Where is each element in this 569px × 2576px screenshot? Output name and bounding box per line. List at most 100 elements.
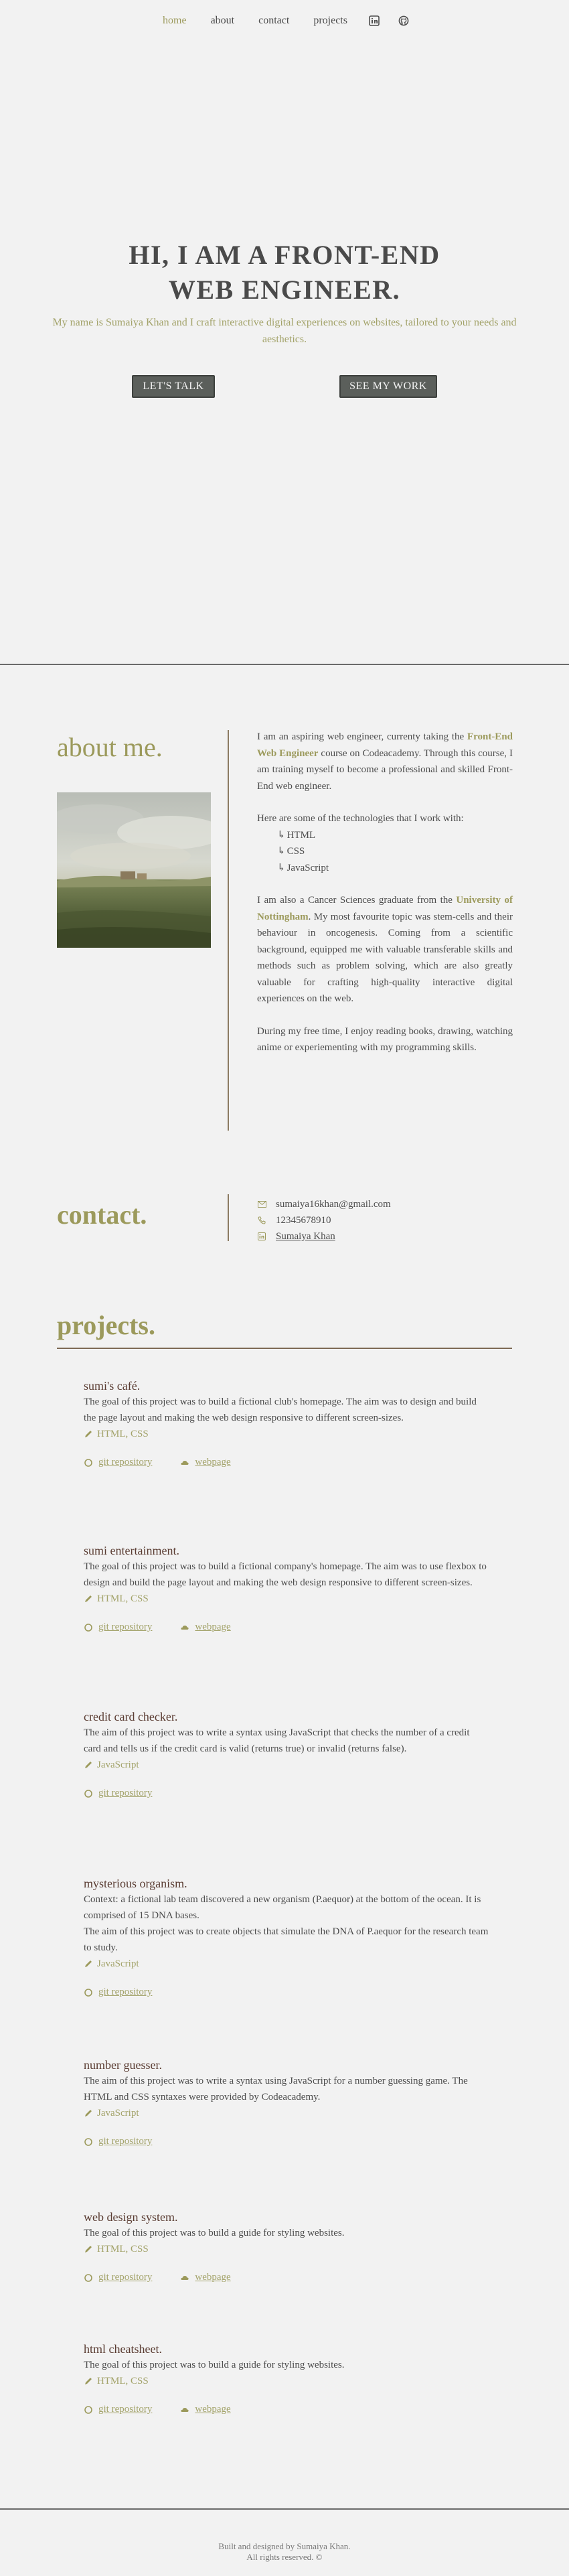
pencil-icon	[85, 1431, 92, 1437]
hero-subtitle: My name is Sumaiya Khan and I craft inte…	[52, 317, 517, 345]
cloud-icon	[181, 2407, 189, 2412]
git-repository-label: git repository	[98, 2136, 153, 2147]
github-icon	[84, 1623, 92, 1632]
hero-buttons: LET'S TALK SEE MY WORK	[0, 375, 569, 398]
git-repository-link[interactable]: git repository	[84, 1788, 152, 1799]
contact-phone[interactable]: 12345678910	[276, 1212, 331, 1228]
pencil-icon	[85, 2378, 92, 2384]
git-repository-link[interactable]: git repository	[84, 1457, 152, 1468]
project-links: git repository webpage	[84, 1622, 489, 1633]
webpage-link[interactable]: webpage	[180, 2404, 231, 2415]
project-tech: HTML, CSS	[84, 1591, 489, 1607]
project-card: number guesser. The aim of this project …	[84, 2057, 489, 2147]
contact-email-row[interactable]: sumaiya16khan@gmail.com	[257, 1196, 391, 1212]
contact-title: contact.	[57, 1200, 147, 1230]
project-card: sumi's café. The goal of this project wa…	[84, 1378, 489, 1468]
tech-item: HTML	[277, 827, 513, 844]
project-card: credit card checker. The aim of this pro…	[84, 1709, 489, 1799]
tech-list: HTML CSS JavaScript	[277, 827, 513, 877]
git-repository-label: git repository	[98, 1788, 153, 1798]
about-text: I am an aspiring web engineer, currenty …	[257, 729, 513, 1072]
project-description: The goal of this project was to build a …	[84, 2228, 345, 2238]
section-divider	[0, 664, 569, 665]
see-my-work-button[interactable]: SEE MY WORK	[339, 375, 437, 398]
git-repository-label: git repository	[98, 1987, 153, 1997]
git-repository-link[interactable]: git repository	[84, 1987, 152, 1998]
cloud-icon	[181, 2275, 189, 2280]
lets-talk-button[interactable]: LET'S TALK	[132, 375, 215, 398]
project-tech: HTML, CSS	[84, 2241, 489, 2257]
webpage-label: webpage	[195, 1622, 231, 1632]
about-text-span: I am an aspiring web engineer, currenty …	[257, 731, 467, 742]
git-repository-link[interactable]: git repository	[84, 2404, 152, 2415]
about-paragraph: I am an aspiring web engineer, currenty …	[257, 729, 513, 794]
about-paragraph: I am also a Cancer Sciences graduate fro…	[257, 892, 513, 1007]
nav-about-link[interactable]: about	[211, 15, 235, 27]
contact-phone-row[interactable]: 12345678910	[257, 1212, 391, 1228]
project-title: sumi's café.	[84, 1379, 141, 1392]
phone-icon	[257, 1216, 266, 1225]
project-links: git repository	[84, 1987, 489, 1998]
landscape-painting-image	[57, 792, 211, 948]
project-title: number guesser.	[84, 2058, 162, 2072]
tech-item: JavaScript	[277, 860, 513, 877]
project-card: web design system. The goal of this proj…	[84, 2209, 489, 2283]
project-description: The goal of this project was to build a …	[84, 1397, 477, 1423]
git-repository-label: git repository	[98, 1457, 153, 1468]
webpage-label: webpage	[195, 1457, 231, 1468]
project-title: sumi entertainment.	[84, 1544, 179, 1557]
contact-linkedin-row[interactable]: Sumaiya Khan	[257, 1228, 391, 1244]
webpage-link[interactable]: webpage	[180, 1622, 231, 1633]
linkedin-icon[interactable]	[369, 15, 380, 26]
project-tech: JavaScript	[84, 1757, 489, 1773]
project-card: sumi entertainment. The goal of this pro…	[84, 1543, 489, 1633]
webpage-link[interactable]: webpage	[180, 2272, 231, 2283]
github-icon[interactable]	[398, 15, 409, 26]
top-nav: home about contact projects	[0, 15, 569, 27]
cloud-icon	[181, 1460, 189, 1465]
cloud-icon	[181, 1625, 189, 1630]
project-description: The aim of this project was to create ob…	[84, 1926, 489, 1953]
project-tech: JavaScript	[84, 2105, 489, 2121]
github-icon	[84, 1458, 92, 1467]
footer: Built and designed by Sumaiya Khan. All …	[0, 2541, 569, 2563]
nav-contact-link[interactable]: contact	[258, 15, 289, 27]
project-tech: HTML, CSS	[84, 1426, 489, 1442]
about-paragraph: During my free time, I enjoy reading boo…	[257, 1025, 513, 1054]
about-title: about me.	[57, 732, 163, 762]
project-title: web design system.	[84, 2210, 178, 2224]
git-repository-link[interactable]: git repository	[84, 1622, 152, 1633]
contact-email[interactable]: sumaiya16khan@gmail.com	[276, 1196, 391, 1212]
project-tech-label: JavaScript	[97, 1958, 139, 1969]
project-description: The aim of this project was to write a s…	[84, 1727, 470, 1754]
project-links: git repository webpage	[84, 2404, 489, 2415]
git-repository-label: git repository	[98, 2404, 153, 2415]
hero-title: HI, I AM A FRONT-END WEB ENGINEER.	[129, 240, 440, 305]
project-description: The aim of this project was to write a s…	[84, 2076, 468, 2102]
about-text-span: . My most favourite topic was stem-cells…	[257, 911, 513, 1005]
footer-rights: All rights reserved. ©	[246, 2552, 323, 2562]
project-card: html cheatsheet. The goal of this projec…	[84, 2341, 489, 2415]
project-links: git repository	[84, 2136, 489, 2147]
github-icon	[84, 1789, 92, 1798]
contact-linkedin-link[interactable]: Sumaiya Khan	[276, 1228, 335, 1244]
pencil-icon	[85, 1762, 92, 1768]
project-tech-label: HTML, CSS	[97, 2376, 149, 2386]
git-repository-label: git repository	[98, 2272, 153, 2283]
project-title: credit card checker.	[84, 1710, 178, 1723]
git-repository-link[interactable]: git repository	[84, 2136, 152, 2147]
project-tech-label: HTML, CSS	[97, 1429, 149, 1439]
project-description: The goal of this project was to build a …	[84, 2360, 345, 2370]
webpage-label: webpage	[195, 2272, 231, 2283]
webpage-link[interactable]: webpage	[180, 1457, 231, 1468]
project-description: Context: a fictional lab team discovered…	[84, 1894, 481, 1921]
project-tech-label: HTML, CSS	[97, 2244, 149, 2255]
git-repository-link[interactable]: git repository	[84, 2272, 152, 2283]
project-tech-label: HTML, CSS	[97, 1593, 149, 1604]
tech-item: CSS	[277, 843, 513, 860]
project-tech: JavaScript	[84, 1956, 489, 1972]
nav-projects-link[interactable]: projects	[313, 15, 347, 27]
projects-title: projects.	[57, 1310, 155, 1340]
nav-home-link[interactable]: home	[163, 15, 187, 27]
contact-divider-line	[228, 1194, 229, 1241]
